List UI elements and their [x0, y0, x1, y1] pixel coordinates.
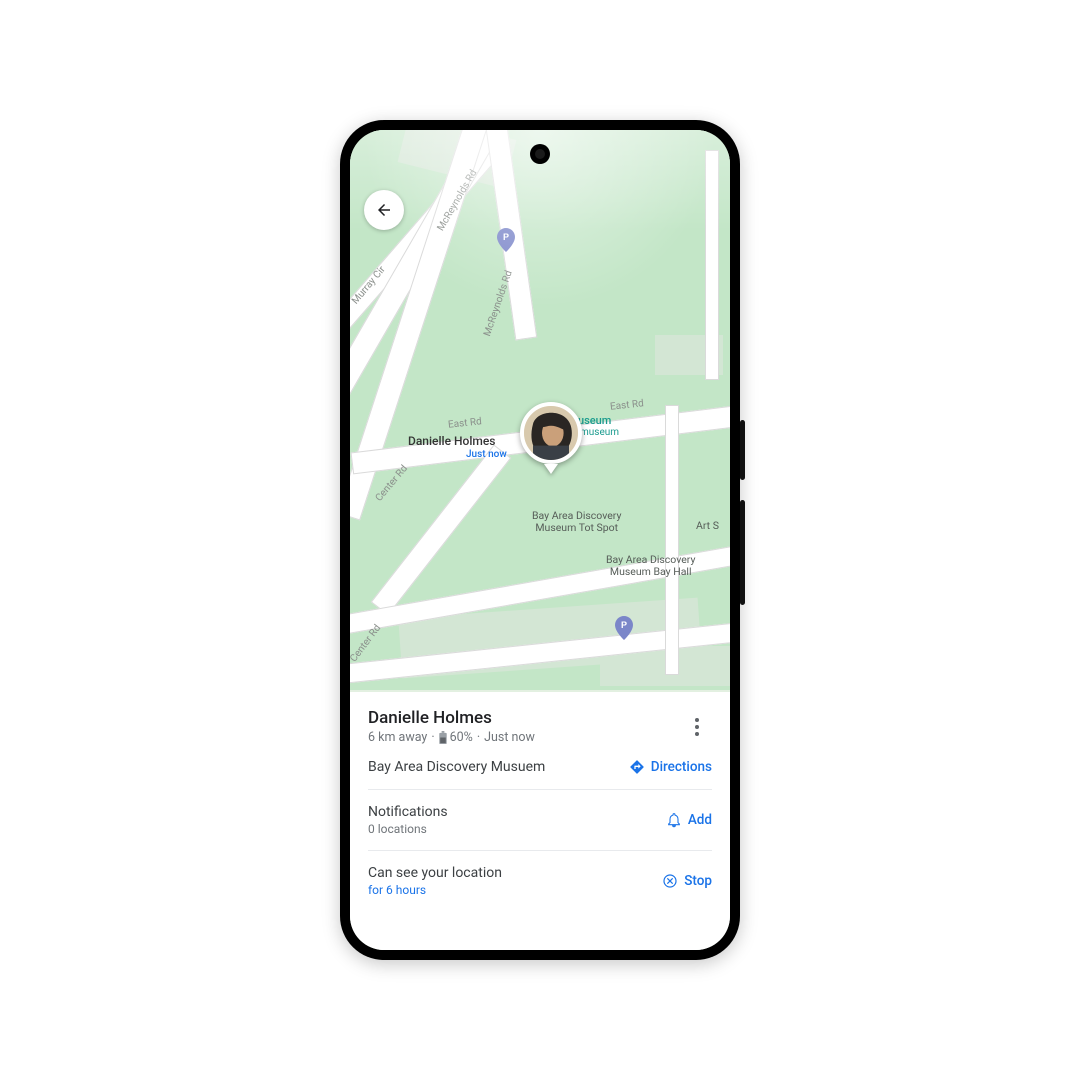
add-notification-label: Add	[688, 812, 712, 828]
directions-label: Directions	[651, 759, 712, 775]
battery-pct: 60%	[450, 730, 473, 745]
map-canvas[interactable]: Murray Cir McReynolds Rd McReynolds Rd E…	[350, 130, 730, 690]
add-notification-button[interactable]: Add	[666, 812, 712, 828]
person-name: Danielle Holmes	[368, 708, 535, 728]
person-details-sheet[interactable]: Danielle Holmes 6 km away · 60% · Just n…	[350, 692, 730, 950]
distance-label: 6 km away	[368, 730, 427, 745]
battery-icon	[439, 731, 447, 744]
share-row: Can see your location for 6 hours Stop	[368, 851, 712, 911]
screen: Murray Cir McReynolds Rd McReynolds Rd E…	[350, 130, 730, 950]
notifications-title: Notifications	[368, 804, 448, 820]
directions-button[interactable]: Directions	[629, 759, 712, 775]
stage: Murray Cir McReynolds Rd McReynolds Rd E…	[0, 0, 1080, 1080]
stop-sharing-button[interactable]: Stop	[662, 873, 712, 889]
battery-indicator: 60%	[439, 730, 473, 745]
front-camera	[530, 144, 550, 164]
person-subtitle: 6 km away · 60% · Just now	[368, 730, 535, 745]
more-options-button[interactable]	[682, 712, 712, 742]
place-row: Bay Area Discovery Musuem Directions	[368, 745, 712, 790]
notifications-subtitle: 0 locations	[368, 822, 448, 836]
updated-label: Just now	[484, 730, 535, 745]
volume-button	[740, 500, 745, 605]
back-button[interactable]	[364, 190, 404, 230]
stop-circle-icon	[662, 873, 678, 889]
phone-frame: Murray Cir McReynolds Rd McReynolds Rd E…	[340, 120, 740, 960]
stop-sharing-label: Stop	[684, 873, 712, 889]
notifications-row: Notifications 0 locations Add	[368, 790, 712, 851]
directions-icon	[629, 759, 645, 775]
place-title: Bay Area Discovery Musuem	[368, 759, 545, 775]
power-button	[740, 420, 745, 480]
arrow-left-icon	[375, 201, 393, 219]
share-duration: for 6 hours	[368, 883, 502, 897]
bell-add-icon	[666, 812, 682, 828]
share-title: Can see your location	[368, 865, 502, 881]
